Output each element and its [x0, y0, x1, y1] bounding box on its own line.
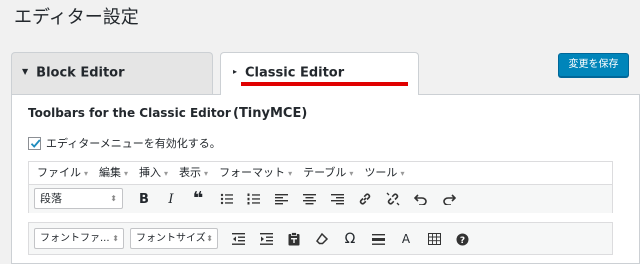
enable-menu-option: エディターメニューを有効化する。	[28, 136, 221, 152]
menu-table[interactable]: テーブル ▾	[303, 162, 353, 184]
enable-menu-checkbox[interactable]	[28, 136, 41, 150]
editor-toolbar-2: フォントファ... ⬍ フォントサイズ ⬍ Ω A ?	[28, 222, 613, 255]
special-char-icon[interactable]: Ω	[339, 229, 361, 249]
text-color-icon[interactable]: A	[395, 229, 417, 249]
align-center-icon[interactable]	[298, 189, 320, 209]
align-left-icon[interactable]	[270, 189, 292, 209]
updown-icon: ⬍	[206, 234, 213, 243]
svg-text:?: ?	[459, 236, 464, 246]
chevron-down-icon: ▾	[400, 169, 405, 178]
menu-file[interactable]: ファイル ▾	[37, 162, 88, 184]
bold-icon[interactable]: B	[133, 189, 155, 209]
unlink-icon[interactable]	[382, 189, 404, 209]
chevron-down-icon: ▾	[84, 169, 89, 178]
highlight-underline	[241, 82, 408, 86]
checkbox-label: エディターメニューを有効化する。	[46, 137, 221, 150]
tab-arrow-icon: ▸	[233, 67, 238, 76]
numbered-list-icon[interactable]	[242, 189, 264, 209]
tab-expand-arrow-icon: ▼	[22, 67, 29, 76]
help-icon[interactable]: ?	[451, 229, 473, 249]
tab-block-editor[interactable]: ▼Block Editor (Gutenberg)	[11, 52, 213, 121]
editor-toolbar-1: 段落 ⬍ B I ❝	[29, 184, 612, 213]
horizontal-rule-icon[interactable]	[367, 229, 389, 249]
menu-insert[interactable]: 挿入 ▾	[139, 162, 168, 184]
chevron-down-icon: ▾	[124, 169, 129, 178]
page-title: エディター設定	[14, 7, 139, 28]
menu-view[interactable]: 表示 ▾	[179, 162, 208, 184]
table-icon[interactable]	[423, 229, 445, 249]
chevron-down-icon: ▾	[164, 169, 169, 178]
font-size-select[interactable]: フォントサイズ ⬍	[130, 228, 218, 249]
menu-edit[interactable]: 編集 ▾	[99, 162, 128, 184]
menu-tools[interactable]: ツール ▾	[364, 162, 404, 184]
checkmark-icon	[30, 138, 41, 148]
bullet-list-icon[interactable]	[215, 189, 237, 209]
blockquote-icon[interactable]: ❝	[187, 189, 209, 209]
menu-format[interactable]: フォーマット ▾	[219, 162, 292, 184]
classic-editor-panel: Toolbars for the Classic Editor エディターメニュ…	[11, 94, 640, 264]
indent-icon[interactable]	[255, 229, 277, 249]
clear-format-icon[interactable]	[311, 229, 333, 249]
paste-text-icon[interactable]	[283, 229, 305, 249]
updown-icon: ⬍	[110, 194, 117, 203]
redo-icon[interactable]	[438, 189, 460, 209]
link-icon[interactable]	[354, 189, 376, 209]
editor-menubar: ファイル ▾ 編集 ▾ 挿入 ▾ 表示 ▾ フォーマット ▾ テーブル ▾ ツール ▾	[29, 162, 612, 184]
chevron-down-icon: ▾	[288, 169, 293, 178]
chevron-down-icon: ▾	[349, 169, 354, 178]
format-select[interactable]: 段落 ⬍	[34, 188, 123, 209]
outdent-icon[interactable]	[227, 229, 249, 249]
save-changes-button[interactable]: 変更を保存	[558, 53, 629, 77]
align-right-icon[interactable]	[326, 189, 348, 209]
updown-icon: ⬍	[112, 234, 119, 243]
undo-icon[interactable]	[410, 189, 432, 209]
tab-classic-editor[interactable]: ▸ Classic Editor (TinyMCE)	[220, 52, 419, 121]
section-heading: Toolbars for the Classic Editor	[28, 106, 231, 120]
chevron-down-icon: ▾	[204, 169, 209, 178]
italic-icon[interactable]: I	[160, 189, 182, 209]
editor-toolbar-preview: ファイル ▾ 編集 ▾ 挿入 ▾ 表示 ▾ フォーマット ▾ テーブル ▾ ツール ▾ 段落 ⬍…	[28, 161, 613, 213]
font-family-select[interactable]: フォントファ... ⬍	[34, 228, 124, 249]
